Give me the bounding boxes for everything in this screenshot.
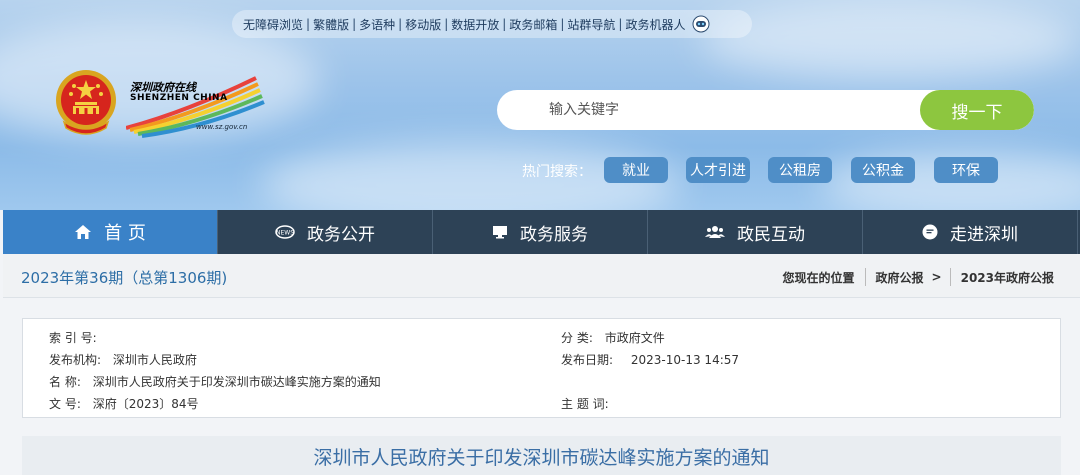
header-banner: 无障碍浏览 | 繁體版 | 多语种 | 移动版 | 数据开放 | 政务邮箱 | 站群导航 | …	[0, 0, 1080, 210]
nav-label: 首 页	[104, 223, 146, 244]
top-link-multilang[interactable]: 多语种	[356, 16, 398, 33]
document-title-band: 深圳市人民政府关于印发深圳市碳达峰实施方案的通知	[22, 436, 1061, 475]
top-link-opendata[interactable]: 数据开放	[448, 16, 502, 33]
info-index: 索 引 号:	[49, 329, 105, 346]
news-icon: NEWS	[275, 225, 295, 239]
info-name: 名 称: 深圳市人民政府关于印发深圳市碳达峰实施方案的通知	[49, 373, 381, 390]
info-topic: 主 题 词:	[561, 395, 617, 412]
hot-tag-talent[interactable]: 人才引进	[686, 157, 750, 183]
info-label: 文 号:	[49, 397, 81, 411]
nav-about-shenzhen[interactable]: 走进深圳	[863, 210, 1078, 254]
nav-home[interactable]: 首 页	[3, 210, 218, 254]
nav-label: 政民互动	[737, 224, 805, 245]
info-category: 分 类: 市政府文件	[561, 329, 665, 346]
main-nav: 首 页 NEWS 政务公开 政务服务 政民互动 走进深圳	[3, 210, 1080, 254]
search-input[interactable]	[497, 90, 927, 130]
top-link-traditional[interactable]: 繁體版	[310, 16, 352, 33]
robot-icon[interactable]	[692, 15, 710, 33]
top-link-sitegroup[interactable]: 站群导航	[564, 16, 618, 33]
info-label: 索 引 号:	[49, 331, 97, 345]
breadcrumb-level2[interactable]: 2023年政府公报	[961, 269, 1054, 286]
logo-url: www.sz.gov.cn	[196, 123, 248, 131]
national-emblem-icon	[56, 70, 116, 135]
top-link-robot[interactable]: 政务机器人	[622, 16, 688, 33]
nav-gov-affairs[interactable]: NEWS 政务公开	[218, 210, 433, 254]
hot-tag-fund[interactable]: 公积金	[851, 157, 915, 183]
breadcrumb: 您现在的位置 政府公报 > 2023年政府公报	[782, 268, 1054, 286]
info-value: 深府〔2023〕84号	[92, 397, 199, 411]
info-label: 主 题 词:	[561, 397, 609, 411]
svg-text:NEWS: NEWS	[276, 230, 294, 237]
info-label: 分 类:	[561, 331, 593, 345]
info-value: 2023-10-13 14:57	[630, 353, 740, 367]
breadcrumb-here: 您现在的位置	[782, 270, 855, 285]
nav-label: 政务服务	[520, 224, 588, 245]
issue-number: 2023年第36期（总第1306期)	[21, 269, 228, 287]
monitor-icon	[492, 225, 508, 239]
logo-english: SHENZHEN CHINA	[130, 93, 228, 103]
nav-label: 走进深圳	[950, 224, 1018, 245]
info-date: 发布日期: 2023-10-13 14:57	[561, 351, 739, 368]
top-link-mail[interactable]: 政务邮箱	[506, 16, 560, 33]
info-label: 名 称:	[49, 375, 81, 389]
nav-label: 政务公开	[307, 224, 375, 245]
people-icon	[705, 225, 725, 239]
document-info-panel: 索 引 号: 分 类: 市政府文件 发布机构: 深圳市人民政府 发布日期: 20…	[22, 318, 1061, 418]
info-value: 深圳市人民政府关于印发深圳市碳达峰实施方案的通知	[92, 375, 381, 389]
hot-tag-housing[interactable]: 公租房	[768, 157, 832, 183]
top-link-accessible[interactable]: 无障碍浏览	[240, 16, 306, 33]
info-label: 发布日期:	[561, 353, 614, 367]
info-value: 市政府文件	[604, 331, 665, 345]
hot-search-label: 热门搜索：	[522, 164, 592, 180]
home-icon	[74, 224, 92, 240]
breadcrumb-level1[interactable]: 政府公报	[876, 269, 924, 286]
hot-tag-jobs[interactable]: 就业	[604, 157, 668, 183]
info-label: 发布机构:	[49, 353, 102, 367]
info-value: 深圳市人民政府	[112, 353, 197, 367]
hot-tag-environment[interactable]: 环保	[934, 157, 998, 183]
chat-icon	[922, 224, 938, 240]
document-title: 深圳市人民政府关于印发深圳市碳达峰实施方案的通知	[313, 447, 770, 469]
info-org: 发布机构: 深圳市人民政府	[49, 351, 197, 368]
top-link-mobile[interactable]: 移动版	[402, 16, 444, 33]
nav-gov-service[interactable]: 政务服务	[433, 210, 648, 254]
search-box: 搜一下	[497, 90, 1034, 130]
top-links-bar: 无障碍浏览 | 繁體版 | 多语种 | 移动版 | 数据开放 | 政务邮箱 | 站群导航 | …	[232, 10, 752, 38]
info-docnum: 文 号: 深府〔2023〕84号	[49, 395, 199, 412]
nav-interaction[interactable]: 政民互动	[648, 210, 863, 254]
search-button[interactable]: 搜一下	[920, 90, 1034, 130]
breadcrumb-bar: 2023年第36期（总第1306期) 您现在的位置 政府公报 > 2023年政府…	[3, 254, 1080, 298]
